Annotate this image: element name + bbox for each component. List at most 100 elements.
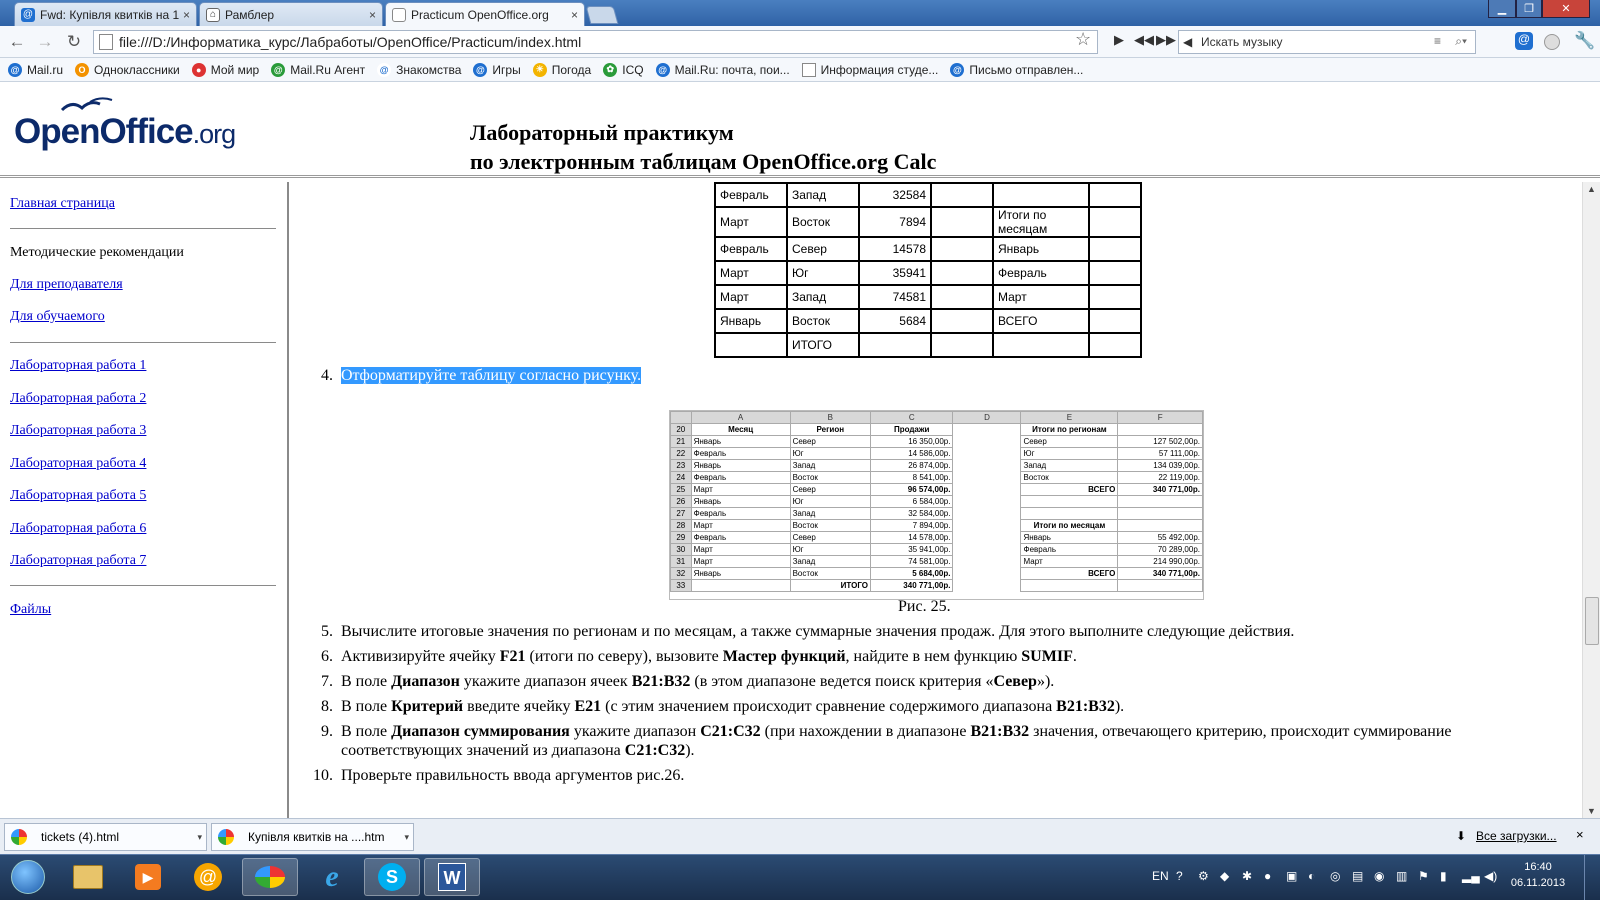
all-downloads-link[interactable]: Все загрузки... xyxy=(1476,829,1557,843)
taskbar-skype[interactable]: S xyxy=(364,858,420,896)
sidebar-link-lab-6[interactable]: Лабораторная работа 6 xyxy=(10,521,146,537)
tray-icon[interactable]: ● xyxy=(1264,869,1271,883)
bookmark-item[interactable]: @ Mail.Ru: почта, пои... xyxy=(655,62,790,77)
sidebar-link-lab-3[interactable]: Лабораторная работа 3 xyxy=(10,423,146,439)
bookmark-item[interactable]: ☀ Погода xyxy=(532,62,591,77)
sidebar-link-lab-7[interactable]: Лабораторная работа 7 xyxy=(10,553,146,569)
tray-icon[interactable]: ⚙ xyxy=(1198,869,1209,883)
tray-icon[interactable]: ◐ xyxy=(1308,869,1315,883)
bluetooth-icon[interactable]: ✱ xyxy=(1242,869,1252,883)
download-item[interactable]: Купівля квитків на ....htm ▾ xyxy=(211,823,414,851)
play-icon[interactable]: ▶ xyxy=(1114,32,1124,48)
address-bar[interactable]: file:///D:/Информатика_курс/Лабработы/Op… xyxy=(93,30,1098,54)
scroll-up-icon[interactable]: ▲ xyxy=(1587,184,1596,194)
tray-icon[interactable]: ▣ xyxy=(1286,869,1297,883)
sidebar-link-files[interactable]: Файлы xyxy=(10,602,51,618)
sidebar-link-teacher[interactable]: Для преподавателя xyxy=(10,277,123,293)
tray-icon[interactable]: ◎ xyxy=(1330,869,1340,883)
selected-text[interactable]: Отформатируйте таблицу согласно рисунку. xyxy=(341,367,642,384)
wrench-icon[interactable]: 🔧 xyxy=(1574,31,1595,51)
vertical-scrollbar[interactable]: ▲ ▼ xyxy=(1582,182,1600,818)
language-indicator[interactable]: EN xyxy=(1152,869,1169,883)
tab-fwd-tickets[interactable]: @ Fwd: Купівля квитків на 1 × xyxy=(14,2,197,26)
sidebar-link-lab-2[interactable]: Лабораторная работа 2 xyxy=(10,391,146,407)
show-desktop-button[interactable] xyxy=(1584,855,1600,900)
bookmark-item[interactable]: @ Письмо отправлен... xyxy=(950,62,1083,77)
figure-spreadsheet: A B C D E F 20 Месяц Регион Продажи Итоги по регио… xyxy=(669,410,1204,600)
close-window-icon[interactable]: ✕ xyxy=(1542,0,1590,18)
close-icon[interactable]: × xyxy=(369,8,376,22)
close-icon[interactable]: × xyxy=(571,8,578,22)
tray-icon[interactable]: ▥ xyxy=(1396,869,1407,883)
bookmark-item[interactable]: @ Игры xyxy=(473,62,521,77)
bookmark-item[interactable]: @ Mail.ru xyxy=(8,62,63,77)
figure-cell: Февраль xyxy=(690,507,791,520)
bookmark-item[interactable]: @ Mail.Ru Агент xyxy=(271,62,365,77)
close-icon[interactable]: × xyxy=(183,8,190,22)
mail-agent-icon[interactable]: @ xyxy=(1515,32,1533,50)
sidebar-link-lab-4[interactable]: Лабораторная работа 4 xyxy=(10,456,146,472)
new-tab-button[interactable] xyxy=(585,6,619,24)
back-icon[interactable]: ← xyxy=(6,31,28,53)
table-row: Январь Восток 5684 ВСЕГО xyxy=(714,308,1142,334)
close-icon[interactable]: × xyxy=(1576,827,1584,842)
network-icon[interactable]: ▂▄ xyxy=(1462,869,1480,883)
bookmark-item[interactable]: Информация студе... xyxy=(801,62,938,77)
page-icon xyxy=(99,34,113,50)
step-text: Вычислите итоговые значения по регионам … xyxy=(341,623,1295,640)
extension-icon[interactable] xyxy=(1544,34,1560,50)
taskbar-mail-agent[interactable]: @ xyxy=(180,858,236,896)
chevron-down-icon[interactable]: ▾ xyxy=(197,832,202,843)
forward-icon[interactable]: → xyxy=(34,31,56,53)
start-button[interactable] xyxy=(4,858,52,896)
taskbar-media-player[interactable]: ▶ xyxy=(120,858,176,896)
taskbar-browser[interactable] xyxy=(242,858,298,896)
tray-icon[interactable]: ◉ xyxy=(1374,869,1384,883)
sidebar-link-lab-1[interactable]: Лабораторная работа 1 xyxy=(10,358,146,374)
sidebar-link-student[interactable]: Для обучаемого xyxy=(10,309,105,325)
tab-rambler[interactable]: ⌂ Рамблер × xyxy=(199,2,383,26)
bookmark-star-icon[interactable]: ☆ xyxy=(1075,29,1091,50)
table-cell: Март xyxy=(714,206,788,238)
volume-icon[interactable]: ◀) xyxy=(1484,869,1497,883)
reload-icon[interactable]: ↻ xyxy=(63,31,85,53)
scrollbar-thumb[interactable] xyxy=(1585,597,1599,645)
fast-forward-icon[interactable]: ▶▶ xyxy=(1156,32,1176,48)
flag-icon[interactable]: ⚑ xyxy=(1418,869,1429,883)
table-cell xyxy=(1088,260,1142,286)
figure-cell: Март xyxy=(690,483,791,496)
minimize-icon[interactable]: ▁ xyxy=(1488,0,1516,18)
figure-cell: Север xyxy=(789,435,871,448)
download-item[interactable]: tickets (4).html ▾ xyxy=(4,823,207,851)
tray-icon[interactable]: ◆ xyxy=(1220,869,1229,883)
music-search-input[interactable]: ◀ Искать музыку ≡ ⌕▾ xyxy=(1178,30,1476,54)
rewind-icon[interactable]: ◀◀ xyxy=(1134,32,1154,48)
figure-cell: 14 578,00р. xyxy=(869,531,954,544)
system-clock[interactable]: 16:40 06.11.2013 xyxy=(1500,859,1576,891)
tab-practicum[interactable]: Practicum OpenOffice.org × xyxy=(385,2,585,27)
table-cell xyxy=(858,332,932,358)
figure-row-number: 25 xyxy=(670,483,692,496)
figure-cell: ВСЕГО xyxy=(1020,483,1119,496)
scroll-down-icon[interactable]: ▼ xyxy=(1587,806,1596,816)
bookmark-item[interactable]: @ Знакомства xyxy=(377,62,461,77)
bookmark-item[interactable]: О Одноклассники xyxy=(75,62,180,77)
battery-icon[interactable]: ▮ xyxy=(1440,869,1447,883)
table-cell xyxy=(1088,182,1142,208)
help-icon[interactable]: ? xyxy=(1176,869,1183,883)
restore-icon[interactable]: ❐ xyxy=(1516,0,1542,18)
menu-icon[interactable]: ≡ xyxy=(1434,34,1441,48)
chevron-down-icon[interactable]: ▾ xyxy=(404,832,409,843)
search-icon[interactable]: ⌕▾ xyxy=(1455,34,1467,49)
bookmark-item[interactable]: ● Мой мир xyxy=(191,62,259,77)
table-cell: 32584 xyxy=(858,182,932,208)
taskbar-explorer[interactable] xyxy=(60,858,116,896)
figure-row: 22 Февраль Юг 14 586,00р. Юг 57 111,00р. xyxy=(670,447,1203,460)
taskbar-internet-explorer[interactable]: e xyxy=(304,858,360,896)
tray-icon[interactable]: ▤ xyxy=(1352,869,1363,883)
sidebar-link-lab-5[interactable]: Лабораторная работа 5 xyxy=(10,488,146,504)
figure-cell xyxy=(953,448,1021,460)
taskbar-word[interactable]: W xyxy=(424,858,480,896)
sidebar-link-home[interactable]: Главная страница xyxy=(10,196,115,212)
bookmark-item[interactable]: ✿ ICQ xyxy=(603,62,644,77)
